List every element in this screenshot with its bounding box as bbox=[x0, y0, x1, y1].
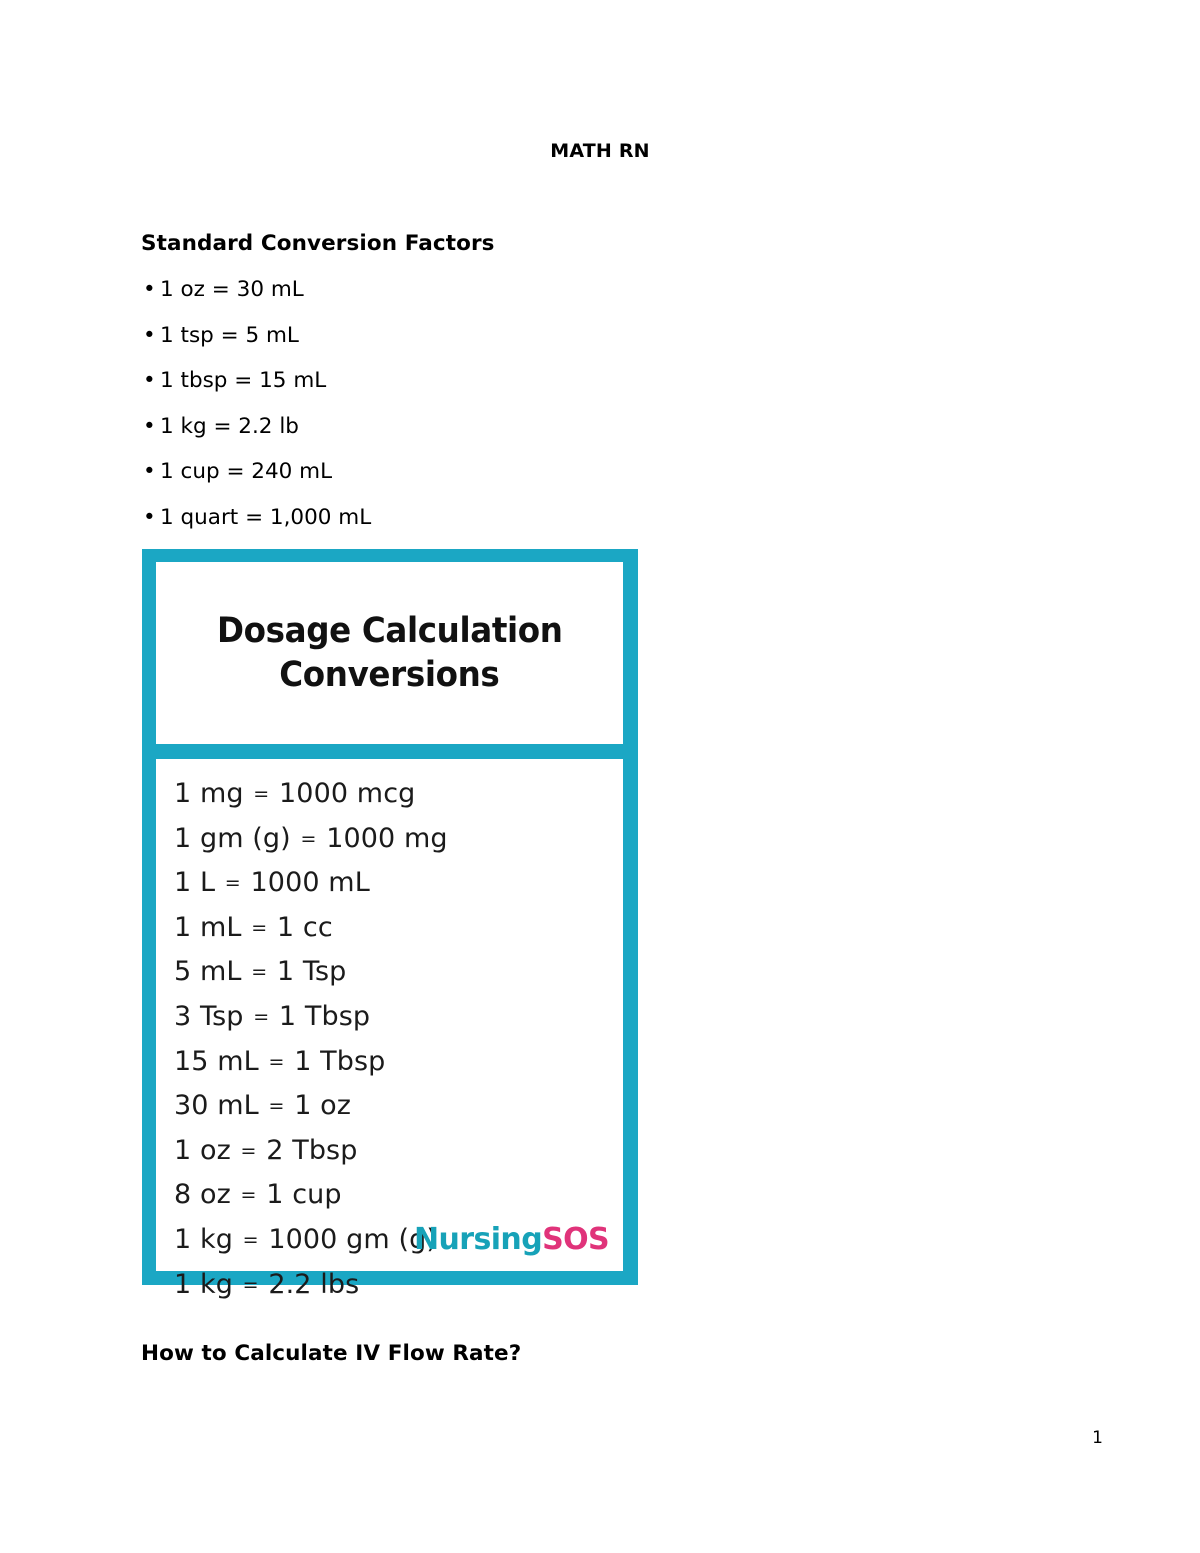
conversion-left: 1 kg bbox=[174, 1268, 233, 1300]
conversion-left: 1 mL bbox=[174, 911, 242, 943]
list-item-label: 1 cup = 240 mL bbox=[160, 459, 333, 484]
conversion-left: 1 gm (g) bbox=[174, 822, 291, 854]
conversion-left: 1 oz bbox=[174, 1134, 231, 1166]
conversion-right: 1 Tbsp bbox=[294, 1045, 386, 1077]
conversion-row: 15 mL = 1 Tbsp bbox=[174, 1041, 623, 1086]
equals-icon: = bbox=[300, 827, 317, 850]
document-page: MATH RN Standard Conversion Factors • 1 … bbox=[0, 0, 1200, 1553]
equals-icon: = bbox=[268, 1095, 285, 1118]
conversion-row: 3 Tsp = 1 Tbsp bbox=[174, 996, 623, 1041]
conversion-row: 1 oz = 2 Tbsp bbox=[174, 1130, 623, 1175]
list-item: • 1 tbsp = 15 mL bbox=[141, 366, 841, 412]
conversion-left: 30 mL bbox=[174, 1090, 259, 1122]
list-item: • 1 quart = 1,000 mL bbox=[141, 503, 841, 549]
conversion-left: 5 mL bbox=[174, 956, 242, 988]
conversion-right: 1 oz bbox=[294, 1090, 352, 1122]
nursingsos-logo: NursingSOS bbox=[414, 1222, 610, 1257]
conversion-right: 1000 mL bbox=[250, 867, 370, 899]
infographic-divider bbox=[156, 744, 623, 759]
equals-icon: = bbox=[268, 1050, 285, 1073]
conversion-left: 1 L bbox=[174, 867, 216, 899]
conversion-row: 8 oz = 1 cup bbox=[174, 1174, 623, 1219]
equals-icon: = bbox=[224, 872, 241, 895]
infographic-conversion-list: 1 mg = 1000 mcg 1 gm (g) = 1000 mg 1 L =… bbox=[156, 759, 623, 1300]
standard-conversion-list: • 1 oz = 30 mL • 1 tsp = 5 mL • 1 tbsp =… bbox=[141, 275, 841, 548]
conversion-row: 1 mL = 1 cc bbox=[174, 907, 623, 952]
page-number: 1 bbox=[1092, 1428, 1103, 1448]
list-item-label: 1 quart = 1,000 mL bbox=[160, 504, 372, 530]
equals-icon: = bbox=[242, 1273, 259, 1296]
list-item: • 1 cup = 240 mL bbox=[141, 457, 841, 503]
conversion-right: 2.2 lbs bbox=[268, 1268, 360, 1300]
equals-icon: = bbox=[251, 916, 268, 939]
equals-icon: = bbox=[251, 961, 268, 984]
infographic-title-line-1: Dosage Calculation bbox=[216, 611, 563, 651]
list-item-label: 1 kg = 2.2 lb bbox=[160, 413, 299, 439]
list-item-label: 1 tsp = 5 mL bbox=[160, 322, 299, 348]
bullet-icon: • bbox=[143, 459, 156, 484]
list-item: • 1 tsp = 5 mL bbox=[141, 321, 841, 367]
conversion-row: 1 L = 1000 mL bbox=[174, 862, 623, 907]
conversion-row: 30 mL = 1 oz bbox=[174, 1085, 623, 1130]
conversion-right: 1 cc bbox=[276, 911, 333, 943]
infographic-title-line-2: Conversions bbox=[279, 655, 500, 695]
equals-icon: = bbox=[240, 1139, 257, 1162]
conversion-row: 1 gm (g) = 1000 mg bbox=[174, 818, 623, 863]
bullet-icon: • bbox=[143, 504, 156, 530]
logo-text-sos: SOS bbox=[542, 1222, 610, 1257]
conversion-right: 1 cup bbox=[266, 1179, 342, 1211]
logo-text-nursing: Nursing bbox=[414, 1222, 543, 1257]
list-item-label: 1 tbsp = 15 mL bbox=[160, 368, 327, 393]
conversion-right: 1000 gm (g) bbox=[268, 1223, 437, 1255]
conversion-right: 1000 mg bbox=[326, 822, 448, 854]
conversion-row: 1 mg = 1000 mcg bbox=[174, 773, 623, 818]
conversion-right: 1000 mcg bbox=[279, 778, 416, 809]
equals-icon: = bbox=[253, 783, 270, 805]
conversion-left: 8 oz bbox=[174, 1179, 231, 1211]
section-heading-standard-conversion-factors: Standard Conversion Factors bbox=[141, 231, 495, 256]
dosage-conversion-infographic: Dosage Calculation Conversions 1 mg = 10… bbox=[142, 549, 638, 1300]
bullet-icon: • bbox=[143, 368, 156, 393]
conversion-left: 15 mL bbox=[174, 1045, 259, 1077]
document-running-header: MATH RN bbox=[550, 140, 650, 162]
list-item: • 1 oz = 30 mL bbox=[141, 275, 841, 321]
list-item: • 1 kg = 2.2 lb bbox=[141, 412, 841, 458]
equals-icon: = bbox=[242, 1228, 259, 1251]
conversion-right: 1 Tsp bbox=[276, 956, 347, 988]
equals-icon: = bbox=[253, 1005, 270, 1028]
bullet-icon: • bbox=[143, 413, 156, 439]
section-heading-iv-flow-rate: How to Calculate IV Flow Rate? bbox=[141, 1341, 522, 1366]
bullet-icon: • bbox=[143, 277, 156, 302]
conversion-left: 1 kg bbox=[174, 1223, 233, 1255]
conversion-right: 2 Tbsp bbox=[266, 1134, 358, 1166]
conversion-row: 5 mL = 1 Tsp bbox=[174, 951, 623, 996]
bullet-icon: • bbox=[143, 322, 156, 348]
conversion-left: 3 Tsp bbox=[174, 1000, 244, 1032]
conversion-right: 1 Tbsp bbox=[278, 1000, 371, 1032]
list-item-label: 1 oz = 30 mL bbox=[160, 277, 304, 302]
conversion-row: 1 kg = 2.2 lbs bbox=[174, 1264, 623, 1309]
conversion-left: 1 mg bbox=[174, 778, 244, 809]
equals-icon: = bbox=[240, 1184, 257, 1207]
infographic-title-panel: Dosage Calculation Conversions bbox=[156, 562, 623, 744]
